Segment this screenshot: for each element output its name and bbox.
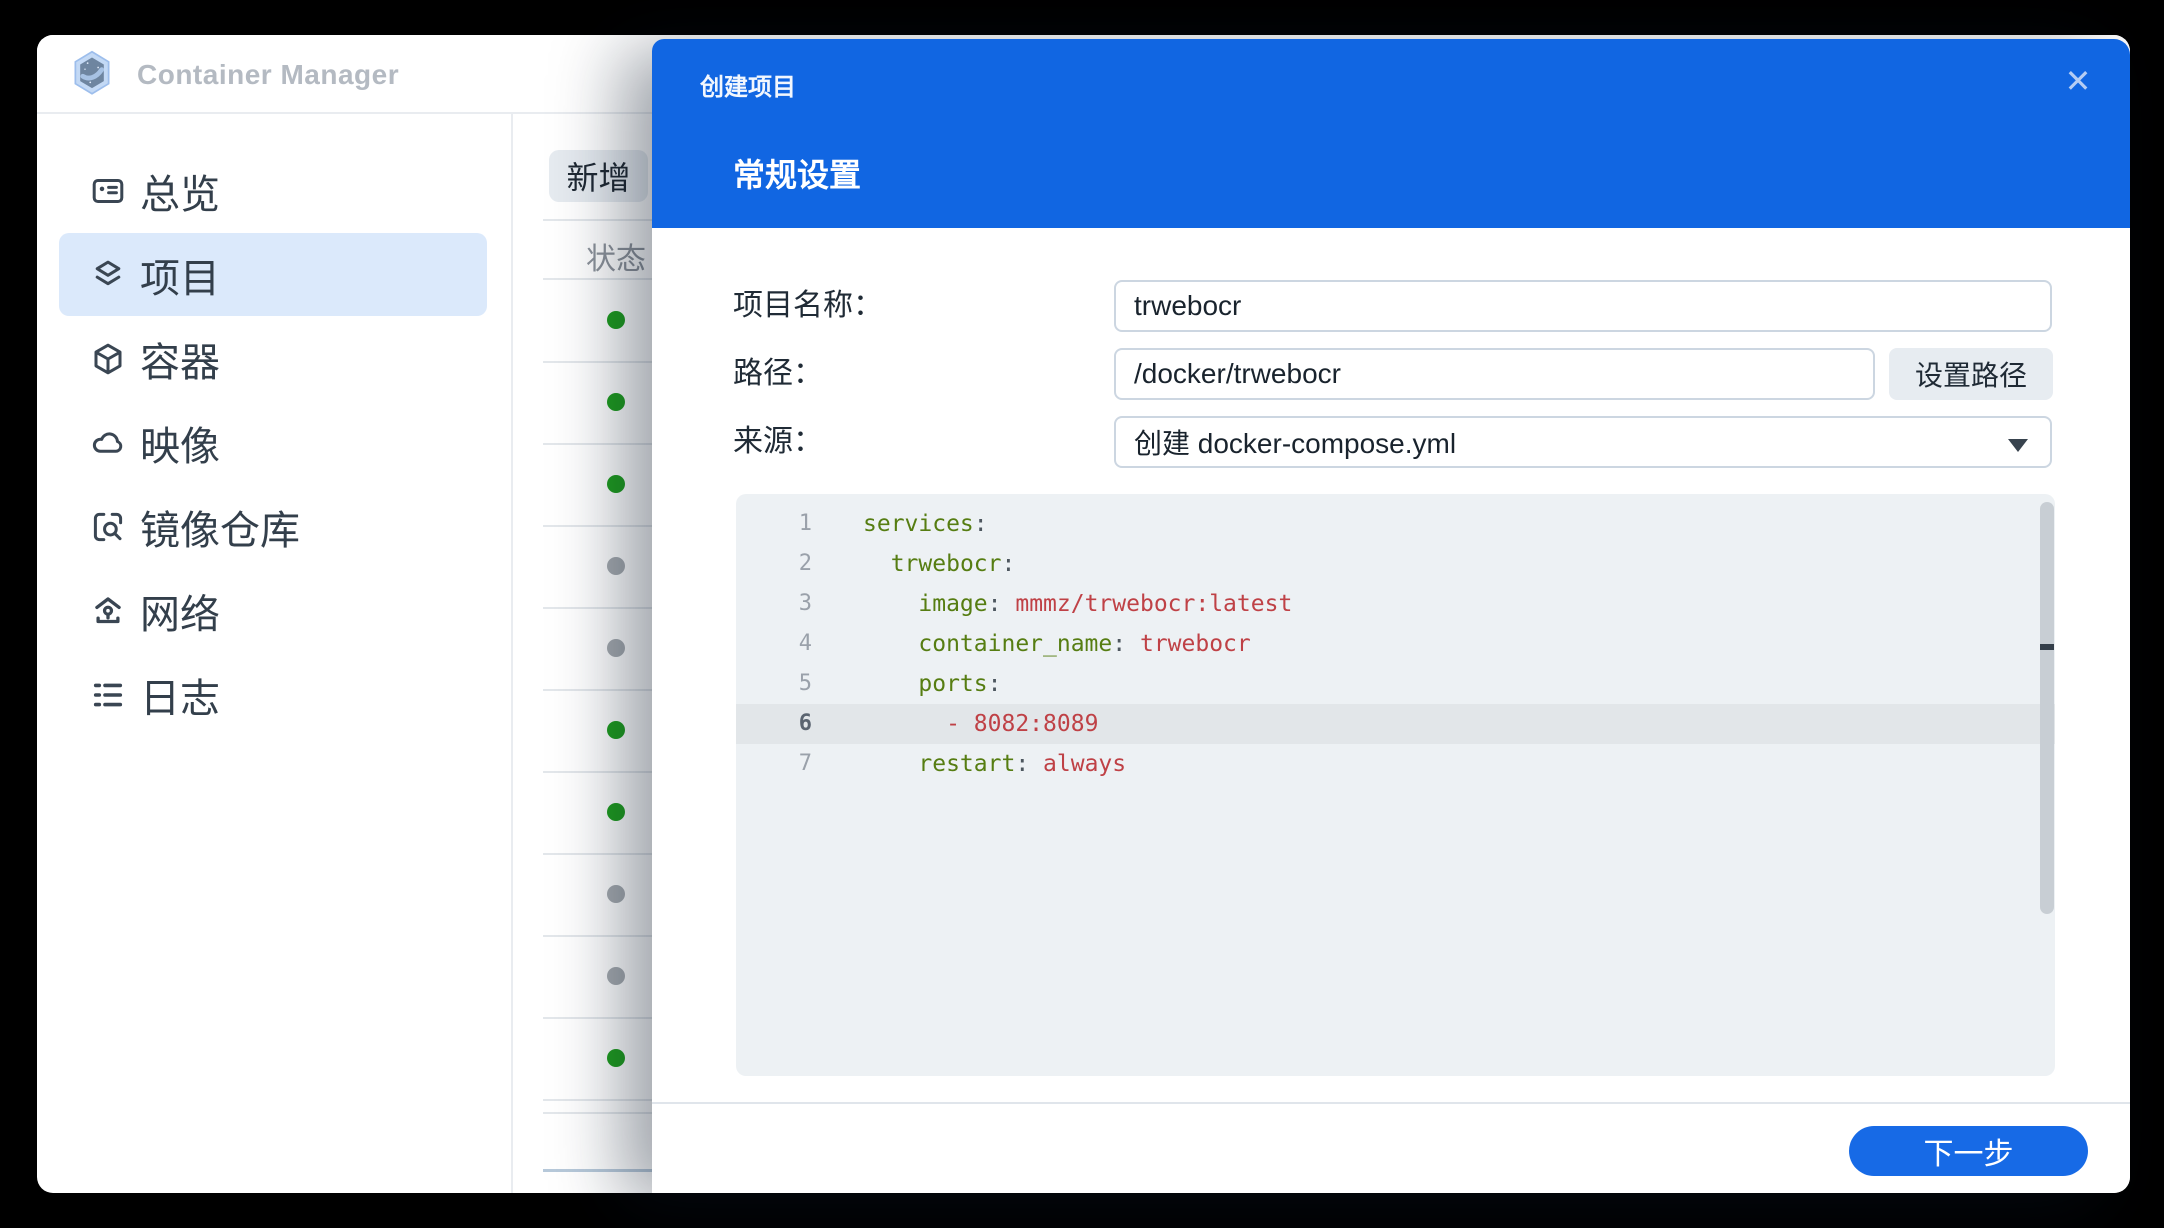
sidebar-item-image[interactable]: 映像 — [59, 401, 487, 484]
source-dropdown-value: 创建 docker-compose.yml — [1134, 428, 1457, 459]
sidebar-item-label: 日志 — [140, 676, 220, 721]
sidebar-item-network[interactable]: 网络 — [59, 569, 487, 652]
line-number: 2 — [798, 551, 812, 576]
line-number: 7 — [798, 751, 812, 776]
status-dot — [607, 311, 625, 329]
sidebar-item-label: 映像 — [140, 424, 220, 469]
line-number: 1 — [798, 511, 812, 536]
dialog-title: 创建项目 — [700, 74, 796, 101]
network-icon — [90, 593, 126, 629]
sidebar-item-label: 项目 — [140, 256, 220, 301]
line-number: 5 — [798, 671, 812, 696]
editor-scrollbar[interactable] — [2040, 502, 2054, 914]
add-button[interactable]: 新增 — [549, 150, 648, 202]
code-line: 7 restart: always — [736, 744, 2055, 784]
screen: Container Manager 总览 项目 容器 映像 镜像仓库 网络 日志… — [0, 0, 2164, 1228]
line-number: 3 — [798, 591, 812, 616]
image-icon — [90, 425, 126, 461]
registry-icon — [90, 509, 126, 545]
project-name-field[interactable] — [1114, 280, 2052, 332]
editor-cursor-marker — [2040, 644, 2054, 650]
status-dot — [607, 475, 625, 493]
set-path-button[interactable]: 设置路径 — [1889, 348, 2053, 400]
sidebar-item-label: 总览 — [140, 172, 220, 217]
sidebar-divider — [511, 112, 513, 1193]
sidebar-item-project[interactable]: 项目 — [59, 233, 487, 316]
sidebar-item-overview[interactable]: 总览 — [59, 149, 487, 232]
line-number: 4 — [798, 631, 812, 656]
sidebar-item-label: 网络 — [140, 592, 220, 637]
overview-icon — [90, 173, 126, 209]
status-dot — [607, 639, 625, 657]
sidebar-item-log[interactable]: 日志 — [59, 653, 487, 736]
code-line: 4 container_name: trwebocr — [736, 624, 2055, 664]
footer-divider — [652, 1102, 2130, 1104]
status-dot — [607, 1049, 625, 1067]
code-line: 3 image: mmmz/trwebocr:latest — [736, 584, 2055, 624]
status-dot — [607, 803, 625, 821]
status-dot — [607, 393, 625, 411]
code-line: 2 trwebocr: — [736, 544, 2055, 584]
close-icon[interactable]: ✕ — [2054, 57, 2102, 105]
log-icon — [90, 677, 126, 713]
project-name-label: 项目名称： — [733, 289, 883, 322]
line-number: 6 — [798, 711, 812, 736]
app-title: Container Manager — [137, 59, 400, 90]
status-dot — [607, 721, 625, 739]
sidebar-item-registry[interactable]: 镜像仓库 — [59, 485, 487, 568]
section-title: 常规设置 — [733, 157, 862, 193]
code-line: 1 services: — [736, 504, 2055, 544]
sidebar-item-label: 容器 — [140, 340, 220, 385]
status-dot — [607, 885, 625, 903]
projects-icon — [90, 257, 126, 293]
chevron-down-icon — [2008, 439, 2028, 452]
status-dot — [607, 967, 625, 985]
source-label: 来源： — [733, 425, 823, 458]
container-manager-logo-icon — [71, 50, 113, 96]
compose-code-editor[interactable]: 1 services: 2 trwebocr: 3 image: mmmz/trweb… — [736, 494, 2055, 1076]
sidebar-item-label: 镜像仓库 — [140, 508, 300, 553]
code-lines: 1 services: 2 trwebocr: 3 image: mmmz/trweb… — [736, 504, 2055, 784]
code-line: 5 ports: — [736, 664, 2055, 704]
code-line: 6 - 8082:8089 — [736, 704, 2055, 744]
create-project-dialog: 创建项目 常规设置 ✕ 项目名称： 路径： 设置路径 来源： 创建 docker… — [652, 39, 2130, 1193]
path-label: 路径： — [733, 357, 823, 390]
source-dropdown[interactable]: 创建 docker-compose.yml — [1114, 416, 2052, 468]
sidebar-item-container[interactable]: 容器 — [59, 317, 487, 400]
path-field[interactable] — [1114, 348, 1875, 400]
dialog-header: 创建项目 常规设置 ✕ — [652, 39, 2130, 228]
next-step-button[interactable]: 下一步 — [1849, 1126, 2088, 1176]
status-dot — [607, 557, 625, 575]
container-icon — [90, 341, 126, 377]
